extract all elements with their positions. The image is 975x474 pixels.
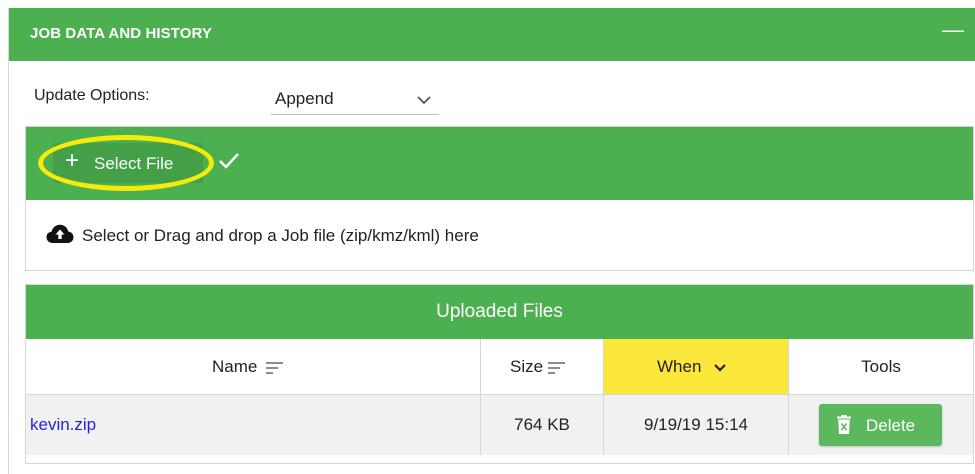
sort-icon [548,362,565,374]
check-icon [219,153,239,169]
uploaded-files-table: Uploaded Files Name Size When Tools kevi… [25,284,974,464]
column-size-label: Size [510,357,544,376]
delete-label: Delete [866,416,916,435]
upload-box: + Select File Select or Drag and drop a … [25,126,974,271]
collapse-button[interactable]: — [942,19,964,41]
table-cell-when: 9/19/19 15:14 [604,395,789,455]
column-header-size[interactable]: Size [481,339,604,395]
table-cell-tools: Delete [789,395,973,455]
cloud-upload-icon [46,224,74,243]
sort-icon [266,362,283,374]
panel-header: JOB DATA AND HISTORY — [9,8,975,61]
column-tools-label: Tools [861,357,901,376]
delete-button[interactable]: Delete [819,404,942,446]
chevron-down-icon [417,96,431,105]
update-options-value: Append [275,89,334,108]
column-name-label: Name [212,357,258,376]
table-cell-size: 764 KB [481,395,604,455]
table-cell-name: kevin.zip [26,395,481,455]
uploaded-files-header: Uploaded Files [26,285,973,339]
column-header-when[interactable]: When [604,339,789,395]
job-data-panel: JOB DATA AND HISTORY — Update Options: A… [8,8,975,474]
column-when-label: When [657,357,702,376]
file-size: 764 KB [514,415,570,434]
column-header-name[interactable]: Name [26,339,481,395]
file-name-link[interactable]: kevin.zip [30,415,96,435]
plus-icon: + [65,147,80,174]
update-options-label: Update Options: [34,87,150,104]
file-timestamp: 9/19/19 15:14 [644,415,748,434]
upload-toolbar: + Select File [26,127,973,200]
chevron-down-icon [714,364,726,372]
drop-zone-text: Select or Drag and drop a Job file (zip/… [82,226,479,245]
column-header-tools: Tools [789,339,973,395]
uploaded-files-title: Uploaded Files [436,301,563,322]
update-options-select[interactable]: Append [271,85,439,115]
trash-icon [837,415,851,434]
panel-title: JOB DATA AND HISTORY [30,25,213,42]
select-file-button[interactable]: + Select File [53,143,203,183]
select-file-label: Select File [94,154,174,173]
file-drop-zone[interactable]: Select or Drag and drop a Job file (zip/… [26,200,973,270]
